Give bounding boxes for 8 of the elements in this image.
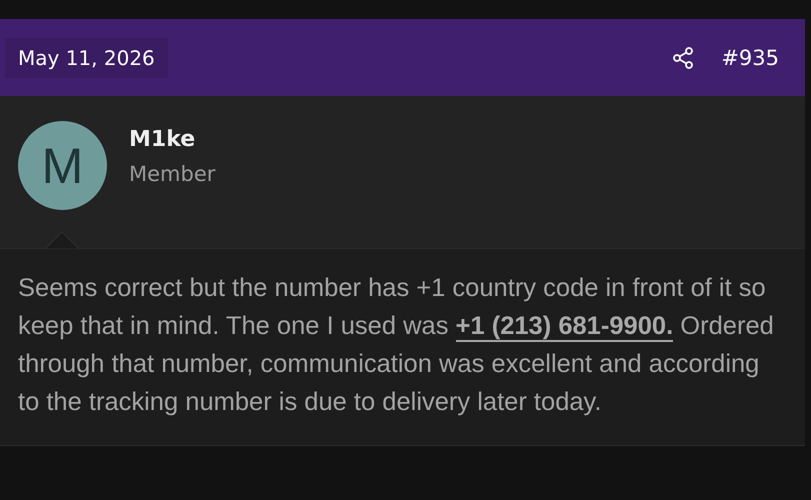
share-icon[interactable] — [671, 46, 696, 70]
post-date[interactable]: May 11, 2026 — [5, 38, 168, 78]
username[interactable]: M1ke — [129, 127, 216, 152]
message-text: Seems correct but the number has +1 country code in front of it so keep that in mind. The one I used was +1 (213) 681-9900. Ordered through that number, communication was excellent and according to the tracking number is due to delivery later today. — [18, 273, 775, 418]
avatar[interactable]: M — [18, 121, 107, 210]
user-role: Member — [129, 162, 216, 186]
phone-link[interactable]: +1 (213) 681-9900. — [456, 312, 674, 342]
post-number[interactable]: #935 — [721, 46, 779, 70]
